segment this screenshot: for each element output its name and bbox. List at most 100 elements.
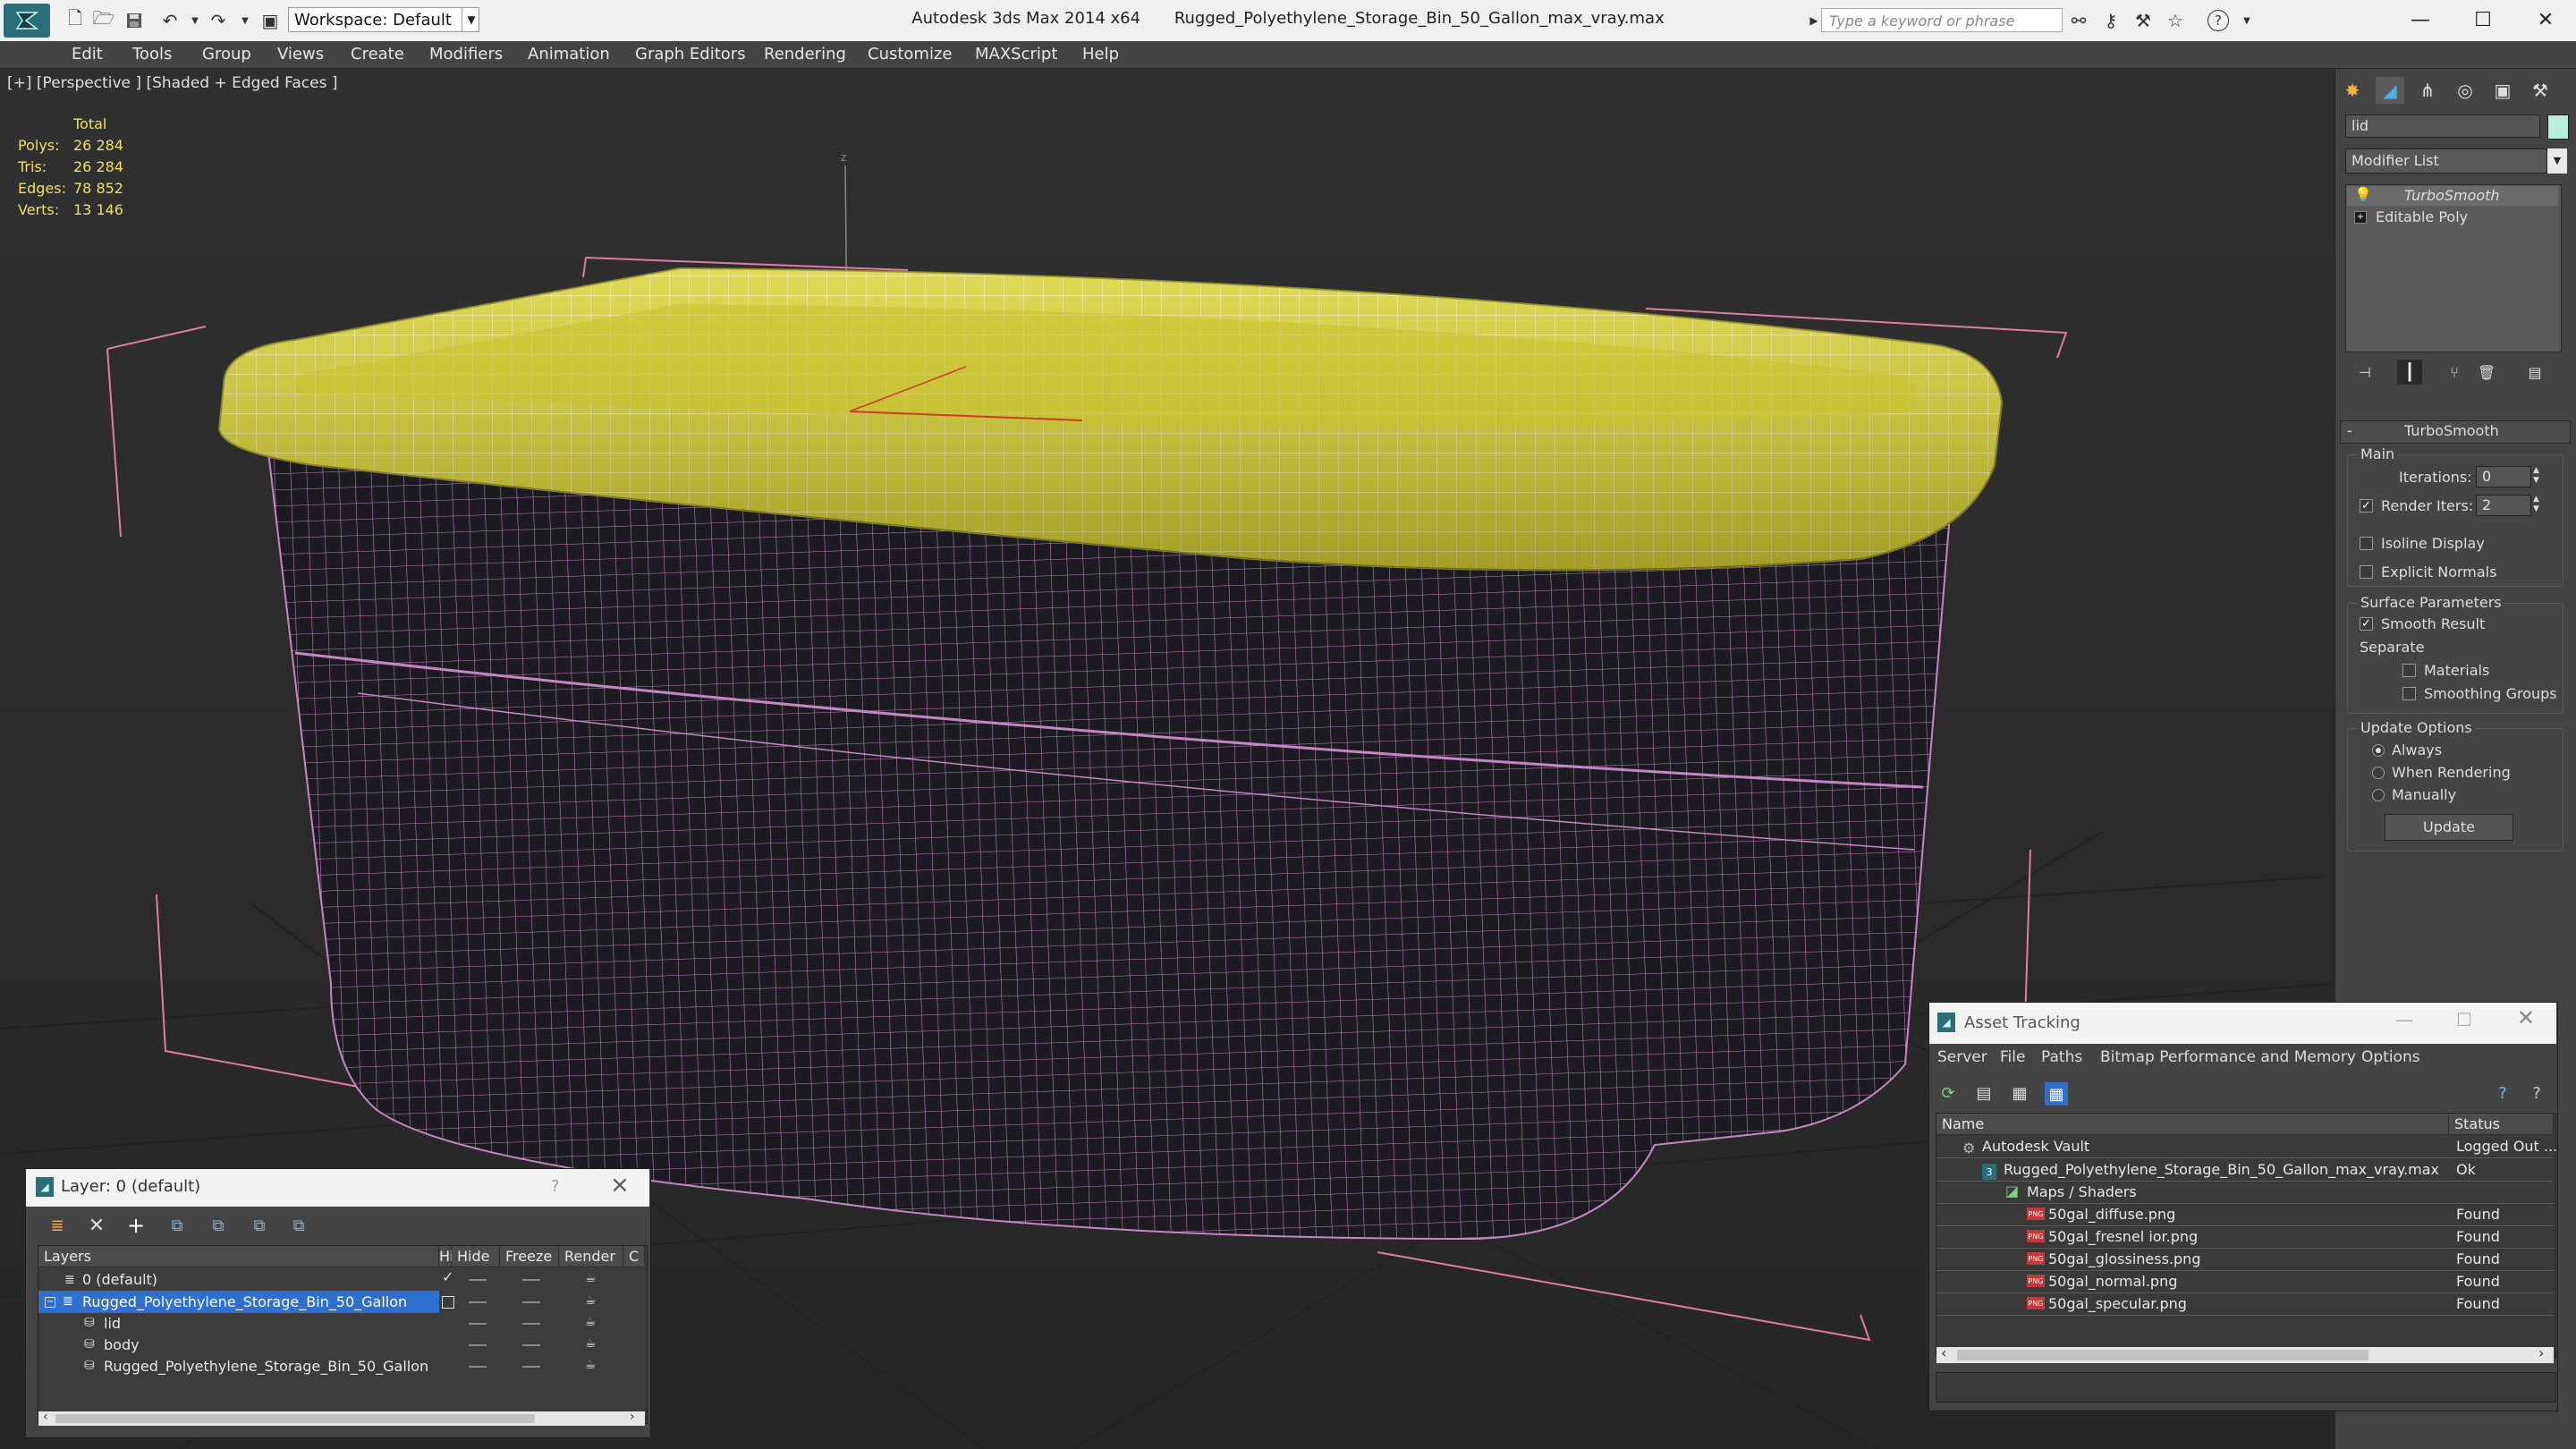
chevron-down-icon[interactable]: ▼ [2547, 148, 2567, 174]
freeze-toggle-icon[interactable] [522, 1344, 540, 1346]
menu-help[interactable]: Help [1082, 45, 1119, 64]
asset-row-vault[interactable]: Autodesk Vault [1982, 1135, 2089, 1157]
layer-row-rugged-bin-object[interactable]: Rugged_Polyethylene_Storage_Bin_50_Gallo… [104, 1355, 428, 1377]
asset-menu-server[interactable]: Server [1937, 1048, 1987, 1066]
pin-stack-icon[interactable]: ⊣ [2352, 360, 2377, 385]
hide-toggle-icon[interactable] [469, 1279, 487, 1281]
iterations-spinner[interactable]: 0 [2476, 466, 2531, 487]
asset-row-maps-shaders[interactable]: Maps / Shaders [2027, 1181, 2137, 1203]
asset-row-max-file[interactable]: Rugged_Polyethylene_Storage_Bin_50_Gallo… [2004, 1158, 2439, 1181]
table-view-icon[interactable]: ▦ [2045, 1082, 2068, 1106]
layer-row-body[interactable]: body [104, 1334, 140, 1356]
key-icon[interactable]: ⚷ [2100, 10, 2122, 31]
utilities-tab-icon[interactable]: ⚒ [2526, 77, 2555, 104]
scroll-left-icon[interactable]: ‹ [43, 1410, 48, 1424]
close-window-button[interactable]: ✕ [2519, 5, 2572, 36]
configure-sets-icon[interactable]: ▤ [2522, 360, 2547, 385]
modifier-list-dropdown[interactable]: Modifier List [2345, 148, 2547, 174]
freeze-column-header[interactable]: Freeze [500, 1246, 559, 1267]
asset-row-specular[interactable]: 50gal_specular.png [2048, 1292, 2187, 1315]
color-column-header[interactable]: C [623, 1246, 645, 1267]
expand-plus-icon[interactable]: + [2354, 211, 2367, 224]
undo-icon[interactable]: ↶ [159, 10, 181, 31]
redo-dropdown-icon[interactable]: ▼ [234, 10, 256, 31]
render-column-header[interactable]: Render [559, 1246, 623, 1267]
menu-animation[interactable]: Animation [528, 45, 610, 64]
binoculars-icon[interactable]: ⚯ [2068, 10, 2089, 31]
motion-tab-icon[interactable]: ◎ [2451, 77, 2479, 104]
workspace-dropdown[interactable]: Workspace: Default [288, 7, 479, 32]
asset-menu-file[interactable]: File [2000, 1048, 2025, 1066]
collapse-minus-icon[interactable]: − [45, 1297, 55, 1308]
remove-modifier-icon[interactable]: 🗑 [2474, 360, 2499, 385]
asset-status-column-header[interactable]: Status [2449, 1114, 2554, 1135]
list-view-icon[interactable]: ▤ [1973, 1082, 1995, 1104]
hide-toggle-icon[interactable] [469, 1366, 487, 1368]
modifier-stack-editable-poly-label[interactable]: Editable Poly [2376, 208, 2468, 225]
hierarchy-tab-icon[interactable]: ⋔ [2413, 77, 2442, 104]
app-logo-icon[interactable] [4, 4, 50, 38]
scroll-right-icon[interactable]: › [630, 1410, 635, 1424]
layer-row-lid[interactable]: lid [104, 1312, 121, 1335]
layer-manager-help-icon[interactable]: ? [551, 1177, 560, 1196]
asset-menu-paths[interactable]: Paths [2041, 1048, 2082, 1066]
hide-column-header-label[interactable]: Hide [452, 1246, 500, 1267]
freeze-toggle-icon[interactable] [522, 1366, 540, 1368]
menu-maxscript[interactable]: MAXScript [975, 45, 1057, 64]
create-layer-icon[interactable]: ≣ [47, 1215, 68, 1236]
help-icon[interactable]: ? [2207, 10, 2229, 31]
detail-view-icon[interactable]: ▦ [2009, 1082, 2030, 1104]
hide-toggle-icon[interactable] [469, 1344, 487, 1346]
current-layer-box-icon[interactable] [442, 1296, 454, 1309]
modifier-stack-turbosmooth-label[interactable]: TurboSmooth [2404, 187, 2500, 204]
asset-name-column-header[interactable]: Name [1936, 1114, 2449, 1135]
spinner-arrows-icon[interactable]: ▲ ▼ [2533, 466, 2539, 486]
manually-radio[interactable] [2372, 789, 2385, 801]
redo-icon[interactable]: ↷ [208, 10, 229, 31]
layer-row-rugged-bin[interactable]: Rugged_Polyethylene_Storage_Bin_50_Gallo… [82, 1291, 407, 1313]
save-file-icon[interactable] [123, 10, 145, 31]
always-radio[interactable] [2372, 744, 2385, 757]
hide-toggle-icon[interactable] [469, 1323, 487, 1325]
render-teapot-icon[interactable]: ☕ [585, 1271, 597, 1285]
star-icon[interactable]: ☆ [2165, 10, 2186, 31]
menu-modifiers[interactable]: Modifiers [429, 45, 503, 64]
render-teapot-icon[interactable]: ☕ [585, 1315, 597, 1329]
asset-row-diffuse[interactable]: 50gal_diffuse.png [2048, 1203, 2175, 1225]
create-tab-icon[interactable]: ✸ [2338, 77, 2367, 104]
update-button[interactable]: Update [2385, 814, 2513, 841]
render-teapot-icon[interactable]: ☕ [585, 1358, 597, 1372]
freeze-toggle-icon[interactable] [522, 1301, 540, 1303]
freeze-toggle-icon[interactable] [522, 1323, 540, 1325]
layer-manager-close-icon[interactable]: × [610, 1172, 630, 1199]
render-teapot-icon[interactable]: ☕ [585, 1336, 597, 1351]
refresh-icon[interactable]: ⟳ [1937, 1082, 1959, 1104]
menu-graph-editors[interactable]: Graph Editors [635, 45, 746, 64]
exchange-icon[interactable]: ⚒ [2132, 10, 2154, 31]
asset-path-field[interactable] [1936, 1372, 2556, 1402]
layers-column-header[interactable]: Layers [38, 1246, 439, 1267]
show-end-result-icon[interactable]: ┃ [2397, 360, 2422, 385]
modify-tab-icon[interactable]: ◢ [2376, 77, 2404, 104]
asset-menu-options[interactable]: Options [2361, 1048, 2420, 1066]
viewport-label[interactable]: [+] [Perspective ] [Shaded + Edged Faces… [7, 74, 337, 92]
hide-all-layers-icon[interactable]: ⧉ [249, 1215, 270, 1236]
scrollbar-thumb[interactable] [1957, 1350, 2368, 1360]
active-layer-check-icon[interactable]: ✓ [442, 1268, 453, 1285]
chevron-down-icon[interactable]: ▼ [462, 7, 480, 32]
layer-row-default[interactable]: 0 (default) [82, 1268, 157, 1291]
add-to-layer-icon[interactable]: + [125, 1213, 147, 1238]
object-name-field[interactable]: lid [2345, 114, 2540, 138]
asset-menu-bitmap-performance[interactable]: Bitmap Performance and Memory [2100, 1048, 2356, 1066]
isoline-display-checkbox[interactable] [2360, 537, 2373, 550]
asset-minimize-button[interactable]: — [2395, 1009, 2413, 1030]
scroll-left-icon[interactable]: ‹ [1941, 1344, 1946, 1361]
menu-edit[interactable]: Edit [72, 45, 103, 64]
smoothing-groups-checkbox[interactable] [2402, 687, 2416, 700]
explicit-normals-checkbox[interactable] [2360, 565, 2373, 579]
highlight-layer-icon[interactable]: ⧉ [208, 1215, 229, 1236]
asset-help-icon[interactable]: ? [2492, 1082, 2513, 1104]
hide-column-header[interactable]: Hide [439, 1246, 471, 1267]
menu-create[interactable]: Create [351, 45, 404, 64]
asset-row-fresnel[interactable]: 50gal_fresnel ior.png [2048, 1225, 2198, 1248]
